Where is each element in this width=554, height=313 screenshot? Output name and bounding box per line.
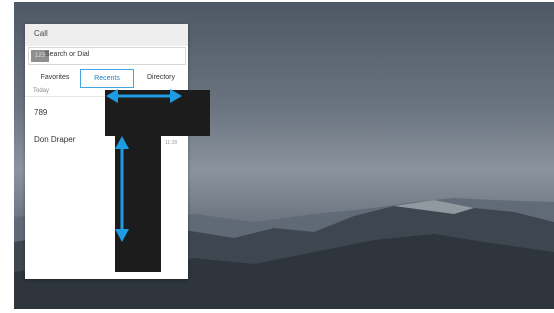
search-dial-input[interactable]: 123 Search or Dial	[28, 47, 186, 65]
tab-favorites[interactable]: Favorites	[31, 69, 79, 86]
redaction-block-top	[105, 90, 210, 136]
call-title-bar: Call	[25, 24, 188, 46]
recent-entry-name: 789	[34, 108, 48, 117]
recent-entry-time: 11:28	[165, 140, 178, 146]
call-title: Call	[34, 29, 48, 38]
call-tabs: Favorites Recents Directory	[25, 69, 188, 88]
tab-directory[interactable]: Directory	[137, 69, 185, 86]
redaction-block-stem	[115, 135, 161, 272]
call-panel: Call 123 Search or Dial Favorites Recent…	[25, 24, 188, 279]
section-today-label: Today	[33, 88, 50, 94]
recent-entry-name: Don Draper	[34, 135, 76, 144]
search-placeholder: Search or Dial	[45, 51, 90, 58]
tab-recents[interactable]: Recents	[80, 69, 134, 88]
